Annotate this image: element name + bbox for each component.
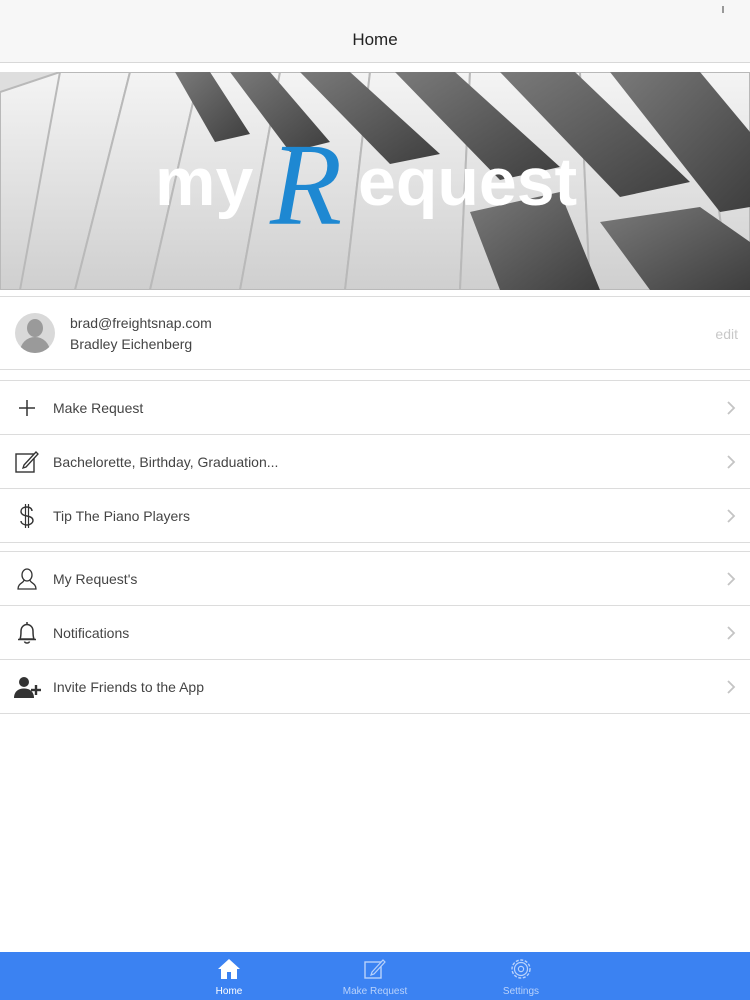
menu-item-invite-friends[interactable]: Invite Friends to the App [0,660,750,714]
home-icon [218,959,240,979]
logo-suffix: equest [358,144,577,220]
tab-label: Make Request [342,986,408,997]
chevron-right-icon [727,680,736,694]
menu-item-my-requests[interactable]: My Request's [0,552,750,606]
edit-icon [364,959,386,979]
home-screen: Home my R equest brad@freightsnap.com Br… [0,0,750,1000]
menu-item-events[interactable]: Bachelorette, Birthday, Graduation... [0,435,750,489]
myrequest-logo: my R equest [155,119,577,250]
chevron-right-icon [727,401,736,415]
menu-item-label: Make Request [53,400,144,416]
menu-item-label: Notifications [53,625,130,641]
chevron-right-icon [727,626,736,640]
add-user-icon [14,677,41,698]
tab-label: Home [215,986,243,997]
avatar-body [20,337,50,353]
menu-item-make-request[interactable]: Make Request [0,381,750,435]
logo-prefix: my [155,144,253,220]
menu-item-label: Invite Friends to the App [53,679,204,695]
chevron-right-icon [727,509,736,523]
plus-icon [19,400,35,416]
tab-label: Settings [502,986,540,997]
menu-item-notifications[interactable]: Notifications [0,606,750,660]
chevron-right-icon [727,572,736,586]
profile-name: Bradley Eichenberg [70,336,193,352]
signal-icon [722,6,724,13]
chevron-right-icon [727,455,736,469]
edit-profile-button[interactable]: edit [715,326,738,342]
profile-card[interactable]: brad@freightsnap.com Bradley Eichenberg … [0,296,750,370]
avatar-head [27,319,43,337]
gear-icon [511,959,531,979]
hero-banner: my R equest [0,72,750,290]
menu-group-actions: Make Request Bachelorette, Birthday, Gra… [0,380,750,543]
logo-initial: R [269,119,342,250]
bell-icon [18,622,36,644]
navigation-bar: Home [0,18,750,63]
menu-item-label: Tip The Piano Players [53,508,190,524]
avatar [15,313,55,353]
tab-home[interactable]: Home [156,952,302,1000]
tab-settings[interactable]: Settings [448,952,594,1000]
menu-group-account: My Request's Notifications Invite Friend… [0,551,750,714]
tab-bar: Home Make Request Settings [0,952,750,1000]
menu-item-label: My Request's [53,571,138,587]
page-title: Home [352,30,398,49]
user-icon [17,568,37,590]
tab-make-request[interactable]: Make Request [302,952,448,1000]
profile-email: brad@freightsnap.com [70,315,212,331]
menu-item-tip[interactable]: Tip The Piano Players [0,489,750,543]
menu-item-label: Bachelorette, Birthday, Graduation... [53,454,279,470]
status-bar [0,0,750,18]
dollar-icon [20,504,34,528]
edit-icon [15,451,39,473]
